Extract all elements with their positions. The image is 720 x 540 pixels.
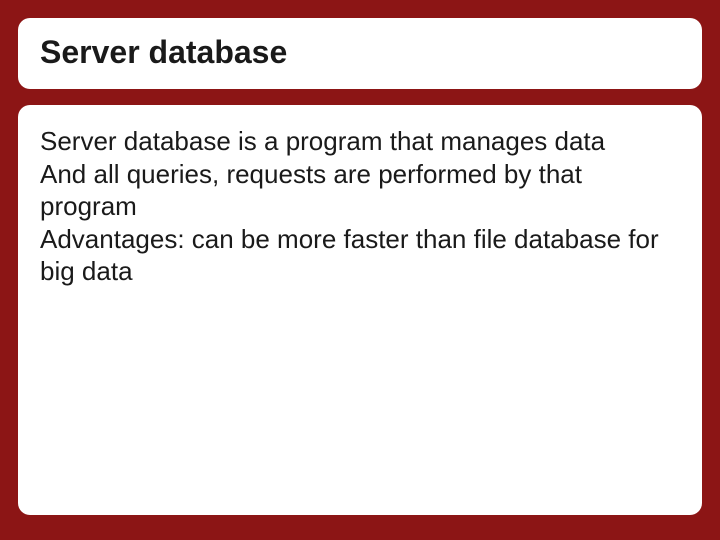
title-box: Server database <box>18 18 702 89</box>
slide-title: Server database <box>40 34 680 71</box>
content-box: Server database is a program that manage… <box>18 105 702 515</box>
body-line-3: Advantages: can be more faster than file… <box>40 223 680 288</box>
body-line-2: And all queries, requests are performed … <box>40 158 680 223</box>
body-line-1: Server database is a program that manage… <box>40 125 680 158</box>
